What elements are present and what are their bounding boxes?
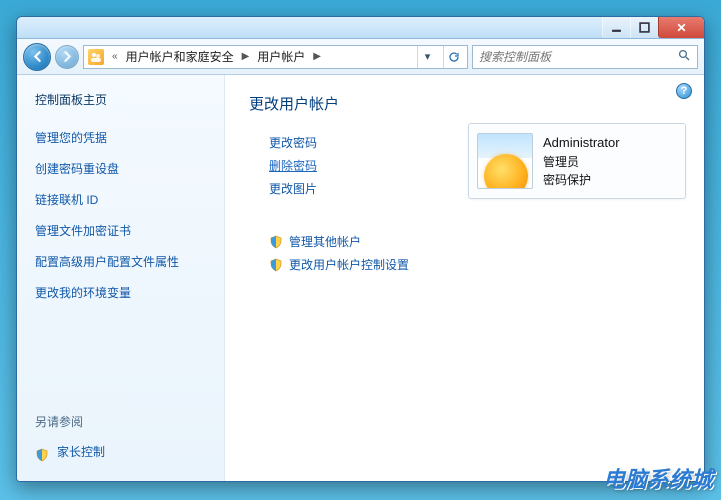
shield-icon (269, 235, 283, 249)
close-button[interactable] (658, 17, 704, 38)
control-panel-window: « 用户帐户和家庭安全 ▶ 用户帐户 ▶ ▾ 控制面板主页 管理您的凭据 创建密… (16, 16, 705, 482)
sidebar-seealso-label: 家长控制 (57, 445, 105, 459)
search-input[interactable] (479, 50, 672, 64)
sidebar: 控制面板主页 管理您的凭据 创建密码重设盘 链接联机 ID 管理文件加密证书 配… (17, 75, 225, 481)
search-icon (678, 49, 691, 65)
breadcrumb-segment-1[interactable]: 用户帐户和家庭安全 (126, 48, 234, 65)
action-label: 更改用户帐户控制设置 (289, 256, 409, 273)
chevron-right-icon: ▶ (240, 51, 252, 62)
action-manage-accounts[interactable]: 管理其他帐户 (269, 233, 690, 250)
sidebar-heading[interactable]: 控制面板主页 (35, 91, 210, 108)
sidebar-link-online-id[interactable]: 链接联机 ID (35, 191, 210, 208)
shield-icon (269, 258, 283, 272)
sidebar-link-env-vars[interactable]: 更改我的环境变量 (35, 284, 210, 301)
refresh-icon (448, 51, 460, 63)
window-body: 控制面板主页 管理您的凭据 创建密码重设盘 链接联机 ID 管理文件加密证书 配… (17, 75, 704, 481)
minimize-button[interactable] (602, 17, 630, 38)
maximize-icon (639, 22, 650, 33)
maximize-button[interactable] (630, 17, 658, 38)
help-button[interactable]: ? (676, 83, 692, 99)
user-password-status: 密码保护 (543, 171, 620, 189)
content-pane: ? 更改用户帐户 更改密码 删除密码 更改图片 管理其他帐户 更改用户帐户控制设… (225, 75, 704, 481)
back-button[interactable] (23, 43, 51, 71)
sidebar-link-credentials[interactable]: 管理您的凭据 (35, 129, 210, 146)
breadcrumb-root-chevron[interactable]: « (110, 51, 120, 62)
search-box[interactable] (472, 45, 698, 69)
chevron-right-icon: ▶ (311, 51, 323, 62)
address-dropdown-button[interactable]: ▾ (417, 46, 437, 68)
navigation-bar: « 用户帐户和家庭安全 ▶ 用户帐户 ▶ ▾ (17, 39, 704, 75)
action-change-uac[interactable]: 更改用户帐户控制设置 (269, 256, 690, 273)
user-accounts-icon (88, 49, 104, 65)
current-user-card: Administrator 管理员 密码保护 (468, 123, 686, 199)
page-title: 更改用户帐户 (249, 93, 690, 114)
forward-button[interactable] (55, 45, 79, 69)
address-bar[interactable]: « 用户帐户和家庭安全 ▶ 用户帐户 ▶ ▾ (83, 45, 468, 69)
window-titlebar (17, 17, 704, 39)
shield-icon (35, 448, 53, 462)
user-meta: Administrator 管理员 密码保护 (543, 133, 620, 189)
sidebar-link-encryption-certs[interactable]: 管理文件加密证书 (35, 222, 210, 239)
user-name: Administrator (543, 133, 620, 153)
sidebar-link-advanced-profile[interactable]: 配置高级用户配置文件属性 (35, 253, 210, 270)
sidebar-link-password-reset-disk[interactable]: 创建密码重设盘 (35, 160, 210, 177)
arrow-left-icon (31, 50, 44, 63)
sidebar-seealso-heading: 另请参阅 (35, 413, 210, 430)
help-icon: ? (681, 85, 688, 97)
refresh-button[interactable] (443, 46, 463, 68)
close-icon (676, 22, 687, 33)
user-role: 管理员 (543, 153, 620, 171)
action-label: 管理其他帐户 (289, 233, 361, 250)
arrow-right-icon (61, 50, 74, 63)
sidebar-link-parental-controls[interactable]: 家长控制 (35, 443, 210, 462)
breadcrumb-segment-2[interactable]: 用户帐户 (257, 48, 305, 65)
minimize-icon (611, 22, 622, 33)
avatar (477, 133, 533, 189)
